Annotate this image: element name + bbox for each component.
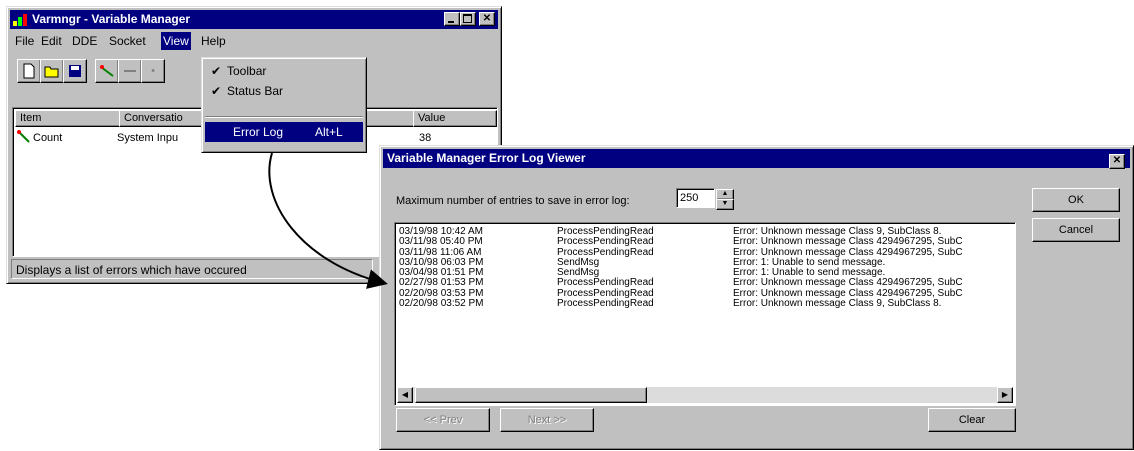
row-conversation: System Inpu <box>117 132 179 144</box>
save-disk-icon <box>69 65 81 77</box>
column-value[interactable]: Value <box>413 110 497 127</box>
view-menu-dropdown: ✔ Toolbar ✔ Status Bar Error Log Alt+L <box>201 57 367 153</box>
log-entry[interactable]: 02/20/98 03:52 PM ProcessPendingRead Error… <box>399 298 1011 310</box>
row-item: Count <box>33 132 63 144</box>
new-button[interactable] <box>17 59 41 83</box>
link-icon <box>124 70 136 72</box>
row-value: 38 <box>419 132 432 144</box>
arrow-left-icon: ◀ <box>401 390 409 399</box>
open-button[interactable] <box>40 59 64 83</box>
log-entry[interactable]: 03/11/98 11:06 AM ProcessPendingRead Error… <box>399 247 1011 258</box>
prev-button[interactable]: << Prev <box>396 408 490 432</box>
close-button[interactable]: ✕ <box>479 12 495 26</box>
arrow-right-icon: ▶ <box>1001 390 1009 399</box>
menu-separator <box>205 116 363 118</box>
dialog-close-button[interactable]: ✕ <box>1109 154 1125 169</box>
next-button[interactable]: Next >> <box>500 408 594 432</box>
menu-socket[interactable]: Socket <box>109 34 146 48</box>
dialog-title: Variable Manager Error Log Viewer <box>387 151 586 165</box>
connect-icon <box>100 65 114 77</box>
close-icon: ✕ <box>1112 155 1122 166</box>
cancel-button[interactable]: Cancel <box>1032 218 1120 242</box>
extra-icon: • <box>151 65 155 77</box>
max-entries-label: Maximum number of entries to save in err… <box>396 195 630 207</box>
log-entry[interactable]: 03/10/98 06:03 PM SendMsg Error: 1: Unable… <box>399 257 1011 268</box>
menu-item-error-log-accel: Alt+L <box>315 125 343 139</box>
error-log-dialog: Variable Manager Error Log Viewer ✕ Maxi… <box>379 145 1134 450</box>
max-entries-input[interactable]: 250 <box>676 188 715 208</box>
menu-item-error-log-label: Error Log <box>233 125 284 139</box>
main-titlebar[interactable]: Varmngr - Variable Manager ✕ <box>10 10 498 29</box>
app-icon[interactable] <box>12 12 28 27</box>
clear-button[interactable]: Clear <box>928 408 1016 432</box>
new-file-icon <box>23 63 35 79</box>
status-text: Displays a list of errors which have occ… <box>16 263 247 277</box>
spinner-arrows: ▲ ▼ <box>716 188 734 210</box>
menu-item-toolbar[interactable]: ✔ Toolbar <box>205 61 363 81</box>
menubar: File Edit DDE Socket View Help <box>11 31 497 51</box>
connect-button[interactable] <box>95 59 119 83</box>
menu-item-toolbar-label: Toolbar <box>227 64 267 78</box>
menu-item-status-bar[interactable]: ✔ Status Bar <box>205 81 363 101</box>
save-button[interactable] <box>63 59 87 83</box>
check-icon: ✔ <box>211 64 222 78</box>
log-source: ProcessPendingRead <box>557 298 654 310</box>
menu-help[interactable]: Help <box>201 34 226 48</box>
arrow-up-icon: ▲ <box>721 190 729 197</box>
link-button[interactable] <box>118 59 142 83</box>
open-folder-icon <box>44 66 59 78</box>
log-timestamp: 02/20/98 03:52 PM <box>399 298 484 310</box>
arrow-down-icon: ▼ <box>721 200 729 207</box>
menu-item-status-bar-label: Status Bar <box>227 84 284 98</box>
horizontal-scrollbar[interactable]: ◀ ▶ <box>397 387 1013 403</box>
error-log-list[interactable]: 03/19/98 10:42 AM ProcessPendingRead Error… <box>394 222 1016 406</box>
minimize-button[interactable] <box>444 12 460 26</box>
variable-icon <box>17 130 30 143</box>
close-icon: ✕ <box>482 13 492 24</box>
menu-dde[interactable]: DDE <box>72 34 97 48</box>
menu-view[interactable]: View <box>161 32 191 50</box>
scroll-thumb[interactable] <box>415 387 647 403</box>
main-title: Varmngr - Variable Manager <box>32 12 191 26</box>
minimize-icon <box>448 21 454 23</box>
ok-button[interactable]: OK <box>1032 188 1120 212</box>
dialog-titlebar[interactable]: Variable Manager Error Log Viewer ✕ <box>383 149 1130 169</box>
column-item[interactable]: Item <box>15 110 121 127</box>
max-entries-spinner[interactable]: 250 ▲ ▼ <box>676 188 736 210</box>
scroll-left-button[interactable]: ◀ <box>397 387 413 403</box>
status-pane: Displays a list of errors which have occ… <box>11 259 373 279</box>
extra-button[interactable]: • <box>141 59 165 83</box>
maximize-button[interactable] <box>460 12 476 26</box>
scroll-right-button[interactable]: ▶ <box>997 387 1013 403</box>
spin-down-button[interactable]: ▼ <box>716 199 734 210</box>
log-message: Error: Unknown message Class 9, SubClass… <box>733 298 942 310</box>
menu-item-error-log[interactable]: Error Log Alt+L <box>205 122 363 142</box>
check-icon: ✔ <box>211 84 222 98</box>
menu-file[interactable]: File <box>15 34 34 48</box>
maximize-icon <box>463 14 472 23</box>
error-log-rows: 03/19/98 10:42 AM ProcessPendingRead Error… <box>399 226 1011 310</box>
menu-edit[interactable]: Edit <box>41 34 62 48</box>
